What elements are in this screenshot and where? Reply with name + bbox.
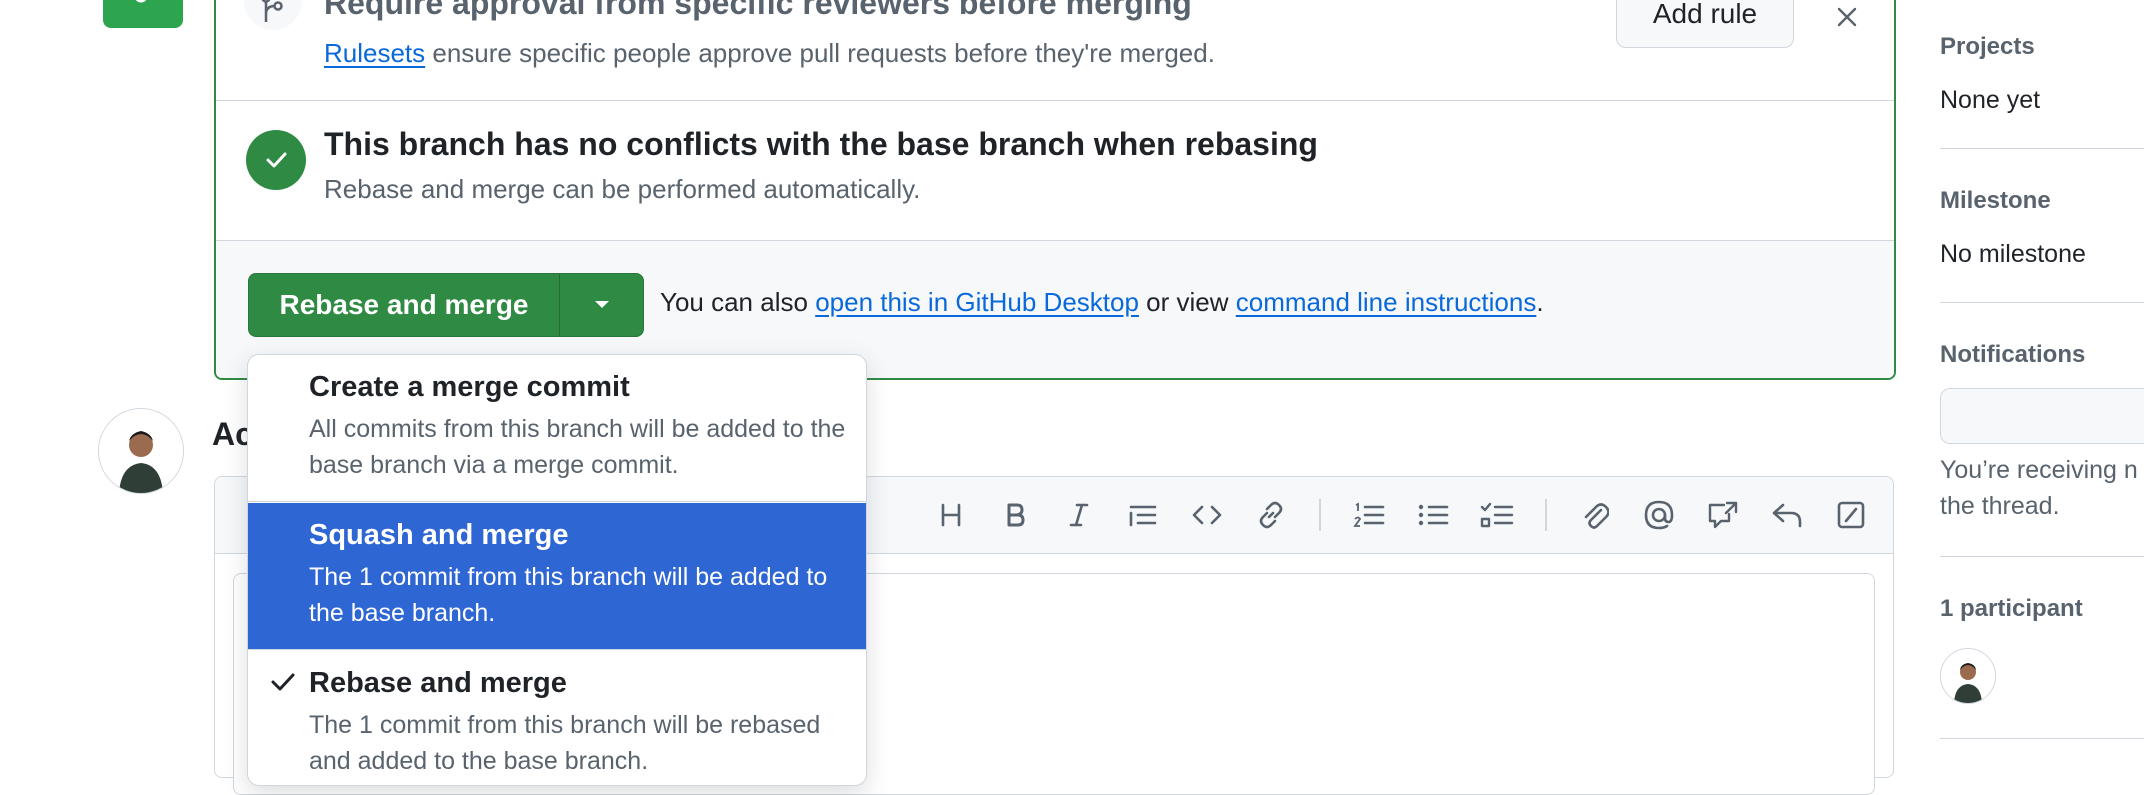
- code-icon[interactable]: [1189, 497, 1225, 533]
- ordered-list-icon[interactable]: [1351, 497, 1387, 533]
- close-icon[interactable]: [1830, 0, 1864, 34]
- subscribe-button[interactable]: [1940, 388, 2144, 444]
- approval-title: Require approval from specific reviewers…: [324, 0, 1192, 21]
- merge-button-group: Rebase and merge: [248, 273, 644, 337]
- menu-item-title: Create a merge commit: [309, 371, 630, 403]
- approval-section: Require approval from specific reviewers…: [216, 0, 1894, 101]
- rulesets-link[interactable]: Rulesets: [324, 38, 425, 68]
- menu-item-description: All commits from this branch will be add…: [309, 415, 846, 479]
- participants-heading: 1 participant: [1940, 595, 2083, 622]
- projects-heading[interactable]: Projects: [1940, 33, 2035, 61]
- attach-icon[interactable]: [1577, 497, 1613, 533]
- avatar[interactable]: [98, 408, 184, 494]
- notifications-heading: Notifications: [1940, 341, 2086, 368]
- sidebar-divider: [1940, 302, 2144, 303]
- toolbar-divider: [1545, 499, 1547, 531]
- projects-value: None yet: [1940, 86, 2041, 114]
- merge-method-menu: Create a merge commit All commits from t…: [247, 354, 867, 786]
- merge-method-dropdown-button[interactable]: [560, 274, 643, 336]
- menu-item-title: Rebase and merge: [309, 667, 567, 699]
- menu-item-create-merge-commit[interactable]: Create a merge commit All commits from t…: [248, 355, 866, 502]
- person-avatar-icon: [1941, 649, 1995, 703]
- cross-reference-icon[interactable]: [1705, 497, 1741, 533]
- check-circle-icon: [246, 130, 306, 190]
- participant-avatar[interactable]: [1940, 648, 1996, 704]
- github-desktop-link[interactable]: open this in GitHub Desktop: [815, 287, 1139, 317]
- branch-icon-circle: [244, 0, 302, 30]
- check-icon: [271, 673, 295, 691]
- merge-box: Require approval from specific reviewers…: [214, 0, 1896, 380]
- bold-icon[interactable]: [997, 497, 1033, 533]
- heading-icon[interactable]: [933, 497, 969, 533]
- notifications-text-line1: You’re receiving n: [1940, 456, 2138, 484]
- menu-item-squash-and-merge[interactable]: Squash and merge The 1 commit from this …: [248, 503, 866, 650]
- reply-icon[interactable]: [1769, 497, 1805, 533]
- conflicts-section: This branch has no conflicts with the ba…: [216, 100, 1894, 241]
- menu-item-rebase-and-merge[interactable]: Rebase and merge The 1 commit from this …: [248, 651, 866, 785]
- menu-item-description: The 1 commit from this branch will be ad…: [309, 563, 828, 627]
- notifications-text-line2: the thread.: [1940, 492, 2060, 520]
- toolbar-divider: [1319, 499, 1321, 531]
- command-line-link[interactable]: command line instructions: [1236, 287, 1537, 317]
- menu-item-description: The 1 commit from this branch will be re…: [309, 711, 821, 775]
- rebase-and-merge-button[interactable]: Rebase and merge: [249, 274, 560, 336]
- sidebar: Projects None yet Milestone No milestone…: [1940, 0, 2144, 762]
- mention-icon[interactable]: [1641, 497, 1677, 533]
- menu-item-title: Squash and merge: [309, 519, 569, 551]
- slash-command-icon[interactable]: [1833, 497, 1869, 533]
- git-branch-icon: [261, 0, 283, 22]
- milestone-value: No milestone: [1940, 240, 2086, 268]
- merge-alternatives-text: You can also open this in GitHub Desktop…: [660, 287, 1544, 318]
- approval-description: Rulesets ensure specific people approve …: [324, 38, 1215, 69]
- add-rule-label: Add rule: [1652, 0, 1758, 29]
- add-rule-button[interactable]: Add rule: [1616, 0, 1794, 48]
- merge-icon: [135, 0, 147, 3]
- unordered-list-icon[interactable]: [1415, 497, 1451, 533]
- italic-icon[interactable]: [1061, 497, 1097, 533]
- sidebar-divider: [1940, 148, 2144, 149]
- sidebar-divider: [1940, 738, 2144, 739]
- link-icon[interactable]: [1253, 497, 1289, 533]
- conflicts-title: This branch has no conflicts with the ba…: [324, 126, 1318, 162]
- or-view-text: or view: [1146, 287, 1229, 317]
- quote-icon[interactable]: [1125, 497, 1161, 533]
- merge-status-badge: [103, 0, 183, 28]
- conflicts-description: Rebase and merge can be performed automa…: [324, 174, 921, 204]
- also-prefix: You can also: [660, 287, 808, 317]
- person-avatar-icon: [99, 409, 183, 493]
- milestone-heading[interactable]: Milestone: [1940, 187, 2051, 215]
- triangle-down-icon: [594, 301, 609, 308]
- sidebar-divider: [1940, 556, 2144, 557]
- task-list-icon[interactable]: [1479, 497, 1515, 533]
- period-text: .: [1536, 287, 1544, 317]
- approval-desc-text: ensure specific people approve pull requ…: [432, 38, 1215, 68]
